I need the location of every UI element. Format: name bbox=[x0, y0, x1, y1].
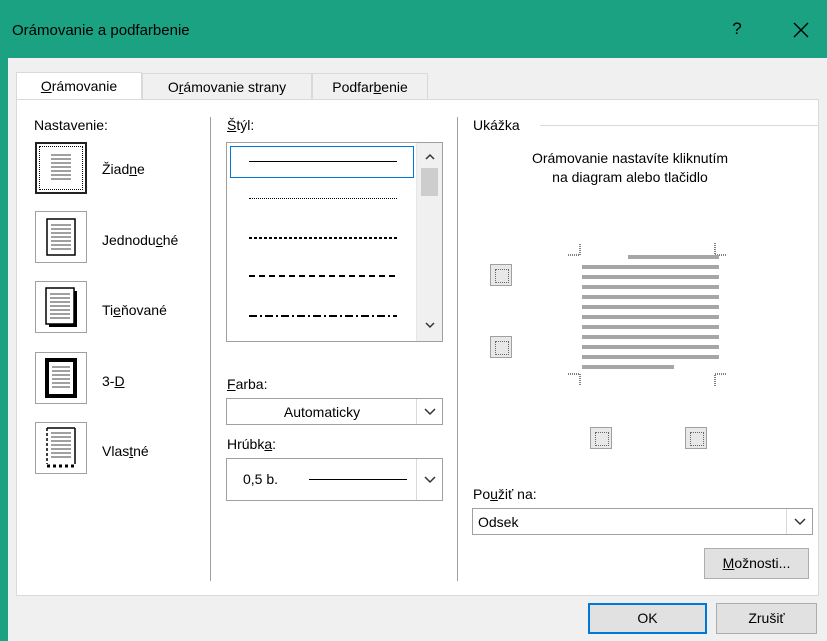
close-button[interactable] bbox=[784, 13, 818, 47]
border-bottom-toggle-button[interactable] bbox=[490, 336, 512, 358]
style-label: Štýl: bbox=[227, 117, 255, 133]
close-icon bbox=[793, 22, 809, 38]
tab-label: Podfar bbox=[332, 79, 374, 95]
border-box-icon bbox=[46, 218, 76, 256]
options-button[interactable]: Možnosti... bbox=[704, 548, 809, 579]
title-bar: Orámovanie a podfarbenie ? bbox=[0, 0, 827, 58]
setting-3d-button[interactable] bbox=[35, 352, 87, 404]
width-dropdown-arrow[interactable] bbox=[416, 459, 442, 500]
style-dashed-small-line[interactable] bbox=[249, 237, 397, 239]
apply-to-value: Odsek bbox=[478, 514, 519, 530]
border-shadow-icon bbox=[45, 287, 77, 327]
preview-line bbox=[582, 325, 719, 329]
chevron-down-icon bbox=[424, 408, 436, 416]
style-dotted-line[interactable] bbox=[249, 198, 397, 199]
preview-group-line bbox=[540, 125, 818, 126]
cancel-button[interactable]: Zrušiť bbox=[716, 603, 817, 634]
scroll-thumb[interactable] bbox=[421, 168, 438, 196]
border-left-toggle-button[interactable] bbox=[590, 427, 612, 449]
style-item-selected[interactable] bbox=[230, 146, 414, 178]
preview-line bbox=[628, 255, 719, 259]
tab-label: O bbox=[167, 79, 179, 95]
setting-custom-button[interactable] bbox=[35, 422, 87, 474]
preview-line bbox=[582, 365, 674, 369]
width-label: Hrúbka: bbox=[227, 436, 277, 452]
preview-diagram[interactable] bbox=[560, 235, 740, 390]
tab-label: ámovanie strany bbox=[183, 79, 287, 95]
color-dropdown-arrow[interactable] bbox=[416, 399, 442, 424]
chevron-down-icon bbox=[794, 518, 806, 526]
divider bbox=[210, 117, 211, 581]
apply-to-dropdown[interactable]: Odsek bbox=[472, 508, 813, 535]
preview-line bbox=[582, 285, 719, 289]
chevron-down-icon bbox=[424, 476, 436, 484]
window-border bbox=[0, 58, 8, 641]
tab-label-mnemonic: O bbox=[40, 78, 52, 94]
setting-none-label: Žiadne bbox=[102, 161, 145, 177]
apply-to-dropdown-arrow[interactable] bbox=[786, 509, 812, 534]
width-value: 0,5 b. bbox=[243, 471, 279, 487]
window-title: Orámovanie a podfarbenie bbox=[12, 22, 190, 39]
apply-to-label: Použiť na: bbox=[473, 486, 537, 502]
tab-page-border[interactable]: Orámovanie strany bbox=[142, 73, 312, 100]
preview-instruction: Orámovanie nastavíte kliknutím na diagra… bbox=[531, 150, 729, 185]
border-top-toggle-button[interactable] bbox=[490, 264, 512, 286]
border-right-toggle-button[interactable] bbox=[685, 427, 707, 449]
preview-line bbox=[582, 345, 719, 349]
borders-shading-dialog: Orámovanie a podfarbenie ? Orámovanie Or… bbox=[0, 0, 827, 641]
preview-line bbox=[582, 335, 719, 339]
style-listbox[interactable] bbox=[226, 142, 443, 342]
scroll-up-icon[interactable] bbox=[417, 147, 443, 167]
width-dropdown[interactable]: 0,5 b. bbox=[226, 458, 443, 501]
border-3d-icon bbox=[45, 358, 77, 398]
style-dashed-line[interactable] bbox=[249, 275, 397, 277]
setting-3d-label: 3-D bbox=[102, 373, 125, 389]
preview-label: Ukážka bbox=[473, 117, 520, 133]
color-dropdown[interactable]: Automaticky bbox=[226, 398, 443, 425]
style-scrollbar[interactable] bbox=[416, 143, 442, 341]
style-solid-line bbox=[249, 161, 397, 162]
preview-line bbox=[582, 275, 719, 279]
preview-line bbox=[582, 315, 719, 319]
border-none-icon bbox=[48, 150, 74, 186]
setting-label: Nastavenie: bbox=[34, 117, 108, 133]
setting-custom-label: Vlastné bbox=[102, 443, 149, 459]
width-sample-line bbox=[309, 479, 407, 480]
preview-line bbox=[582, 305, 719, 309]
style-dash-dot-line[interactable] bbox=[249, 315, 397, 317]
color-value: Automaticky bbox=[283, 404, 361, 420]
help-button[interactable]: ? bbox=[722, 14, 752, 44]
setting-box-button[interactable] bbox=[35, 211, 87, 263]
tab-label: enie bbox=[381, 79, 408, 95]
setting-shadow-button[interactable] bbox=[35, 281, 87, 333]
setting-box-label: Jednoduché bbox=[102, 232, 179, 248]
preview-line bbox=[582, 265, 719, 269]
tab-shading[interactable]: Podfarbenie bbox=[312, 73, 428, 100]
border-custom-icon bbox=[46, 427, 76, 468]
ok-button[interactable]: OK bbox=[588, 603, 707, 634]
color-label: Farba: bbox=[227, 376, 268, 392]
setting-shadow-label: Tieňované bbox=[102, 302, 167, 318]
preview-line bbox=[582, 355, 719, 359]
preview-line bbox=[582, 295, 719, 299]
tab-label: rámovanie bbox=[51, 78, 118, 94]
scroll-down-icon[interactable] bbox=[417, 315, 443, 335]
tab-borders[interactable]: Orámovanie bbox=[16, 72, 142, 100]
setting-none-button[interactable] bbox=[35, 142, 87, 194]
divider bbox=[457, 117, 458, 581]
